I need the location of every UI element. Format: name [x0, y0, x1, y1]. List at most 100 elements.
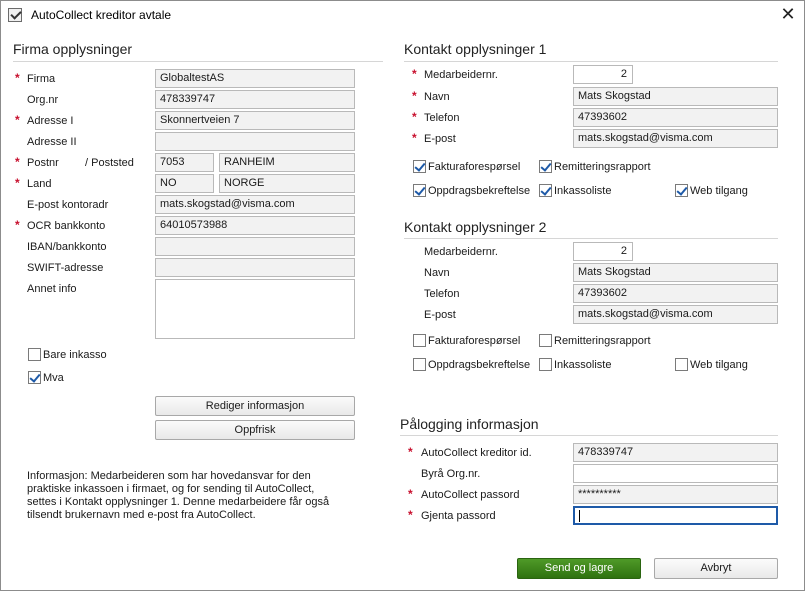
close-icon[interactable]: ✕ [777, 4, 799, 26]
orgnr-label: Org.nr [27, 94, 58, 106]
avbryt-button[interactable]: Avbryt [654, 558, 778, 579]
bare-inkasso-checkbox[interactable] [28, 348, 41, 361]
k2-remitteringsrapport-checkbox[interactable] [539, 334, 552, 347]
k2-web-tilgang-checkbox[interactable] [675, 358, 688, 371]
kontakt1-section-title: Kontakt opplysninger 1 [404, 41, 546, 57]
k2-remitteringsrapport-label: Remitteringsrapport [554, 335, 651, 347]
poststed-label: / Poststed [85, 157, 134, 169]
kontakt1-separator [404, 61, 778, 62]
adresse2-label: Adresse II [27, 136, 77, 148]
kreditor-id-field[interactable]: 478339747 [573, 443, 778, 462]
firma-field[interactable]: GlobaltestAS [155, 69, 355, 88]
k2-telefon-field[interactable]: 47393602 [573, 284, 778, 303]
k1-inkassoliste-checkbox[interactable] [539, 184, 552, 197]
adresse1-field[interactable]: Skonnertveien 7 [155, 111, 355, 130]
bare-inkasso-label: Bare inkasso [43, 349, 107, 361]
k2-inkassoliste-label: Inkassoliste [554, 359, 611, 371]
required-marker: * [15, 176, 20, 190]
gjenta-passord-label: Gjenta passord [421, 510, 496, 522]
mva-label: Mva [43, 372, 64, 384]
k2-inkassoliste-checkbox[interactable] [539, 358, 552, 371]
land-name-field[interactable]: NORGE [219, 174, 355, 193]
k2-medarbeidernr-label: Medarbeidernr. [424, 246, 498, 258]
palogging-section-title: Pålogging informasjon [400, 416, 539, 432]
firma-section-title: Firma opplysninger [13, 41, 132, 57]
k2-oppdragsbekreftelse-label: Oppdragsbekreftelse [428, 359, 530, 371]
iban-field[interactable] [155, 237, 355, 256]
k2-epost-field[interactable]: mats.skogstad@visma.com [573, 305, 778, 324]
orgnr-field[interactable]: 478339747 [155, 90, 355, 109]
land-label: Land [27, 178, 51, 190]
k1-navn-field[interactable]: Mats Skogstad [573, 87, 778, 106]
adresse2-field[interactable] [155, 132, 355, 151]
k1-remitteringsrapport-label: Remitteringsrapport [554, 161, 651, 173]
required-marker: * [15, 218, 20, 232]
annet-info-textarea[interactable] [155, 279, 355, 339]
k2-oppdragsbekreftelse-checkbox[interactable] [413, 358, 426, 371]
k1-navn-label: Navn [424, 91, 450, 103]
byra-orgnr-field[interactable] [573, 464, 778, 483]
title-bar: AutoCollect kreditor avtale ✕ [1, 1, 804, 29]
kreditor-id-label: AutoCollect kreditor id. [421, 447, 532, 459]
firma-label: Firma [27, 73, 55, 85]
k2-navn-field[interactable]: Mats Skogstad [573, 263, 778, 282]
required-marker: * [15, 155, 20, 169]
kontakt2-separator [404, 238, 778, 239]
dialog-window: AutoCollect kreditor avtale ✕ Firma oppl… [0, 0, 805, 591]
k1-epost-label: E-post [424, 133, 456, 145]
information-text: Informasjon: Medarbeideren som har hoved… [27, 470, 345, 522]
oppfrisk-button[interactable]: Oppfrisk [155, 420, 355, 440]
k1-telefon-label: Telefon [424, 112, 459, 124]
passord-label: AutoCollect passord [421, 489, 519, 501]
ocr-label: OCR bankkonto [27, 220, 105, 232]
epost-kontor-label: E-post kontoradr [27, 199, 108, 211]
required-marker: * [412, 110, 417, 124]
k1-fakturaforesporsel-checkbox[interactable] [413, 160, 426, 173]
required-marker: * [412, 67, 417, 81]
k1-inkassoliste-label: Inkassoliste [554, 185, 611, 197]
passord-field[interactable]: ********** [573, 485, 778, 504]
k2-epost-label: E-post [424, 309, 456, 321]
postnr-field[interactable]: 7053 [155, 153, 214, 172]
k2-navn-label: Navn [424, 267, 450, 279]
k1-medarbeidernr-field[interactable]: 2 [573, 65, 633, 84]
swift-field[interactable] [155, 258, 355, 277]
k1-web-tilgang-label: Web tilgang [690, 185, 748, 197]
app-icon [8, 8, 22, 22]
required-marker: * [412, 131, 417, 145]
poststed-field[interactable]: RANHEIM [219, 153, 355, 172]
required-marker: * [15, 71, 20, 85]
rediger-informasjon-button[interactable]: Rediger informasjon [155, 396, 355, 416]
iban-label: IBAN/bankkonto [27, 241, 107, 253]
swift-label: SWIFT-adresse [27, 262, 103, 274]
postnr-label: Postnr [27, 157, 59, 169]
byra-orgnr-label: Byrå Org.nr. [421, 468, 480, 480]
annet-label: Annet info [27, 283, 77, 295]
required-marker: * [408, 487, 413, 501]
mva-checkbox[interactable] [28, 371, 41, 384]
k2-web-tilgang-label: Web tilgang [690, 359, 748, 371]
k2-medarbeidernr-field[interactable]: 2 [573, 242, 633, 261]
window-title: AutoCollect kreditor avtale [31, 8, 171, 22]
send-og-lagre-button[interactable]: Send og lagre [517, 558, 641, 579]
k2-telefon-label: Telefon [424, 288, 459, 300]
land-code-field[interactable]: NO [155, 174, 214, 193]
epost-kontor-field[interactable]: mats.skogstad@visma.com [155, 195, 355, 214]
gjenta-passord-field[interactable] [573, 506, 778, 525]
k1-remitteringsrapport-checkbox[interactable] [539, 160, 552, 173]
k1-fakturaforesporsel-label: Fakturaforespørsel [428, 161, 520, 173]
k1-oppdragsbekreftelse-label: Oppdragsbekreftelse [428, 185, 530, 197]
k1-web-tilgang-checkbox[interactable] [675, 184, 688, 197]
required-marker: * [412, 89, 417, 103]
ocr-field[interactable]: 64010573988 [155, 216, 355, 235]
k1-oppdragsbekreftelse-checkbox[interactable] [413, 184, 426, 197]
required-marker: * [408, 445, 413, 459]
k2-fakturaforesporsel-checkbox[interactable] [413, 334, 426, 347]
k1-medarbeidernr-label: Medarbeidernr. [424, 69, 498, 81]
adresse1-label: Adresse I [27, 115, 73, 127]
k1-epost-field[interactable]: mats.skogstad@visma.com [573, 129, 778, 148]
k2-fakturaforesporsel-label: Fakturaforespørsel [428, 335, 520, 347]
k1-telefon-field[interactable]: 47393602 [573, 108, 778, 127]
kontakt2-section-title: Kontakt opplysninger 2 [404, 219, 546, 235]
required-marker: * [15, 113, 20, 127]
